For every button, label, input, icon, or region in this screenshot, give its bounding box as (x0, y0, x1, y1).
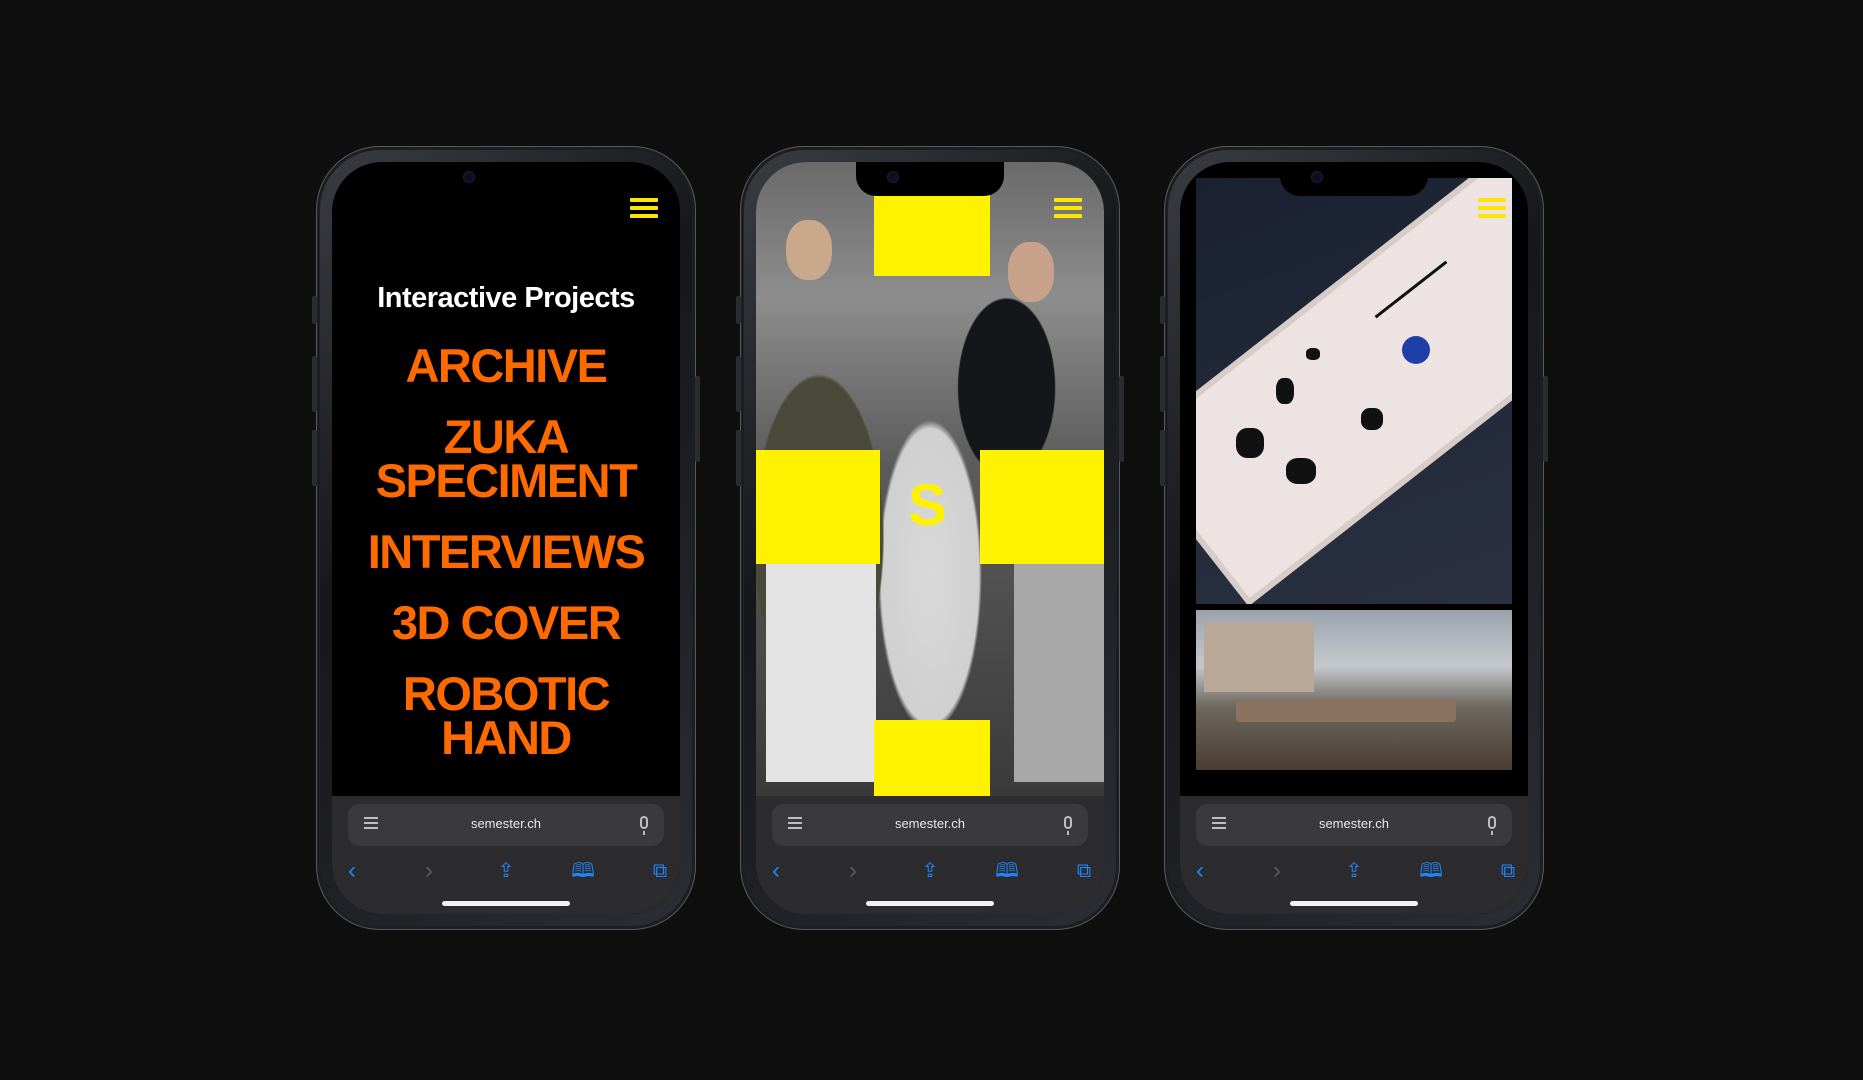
page-title: Interactive Projects (377, 282, 635, 314)
url-text: semester.ch (470, 816, 542, 831)
browser-nav: ‹ › ⇪ 🕮 ⧉ (332, 856, 680, 886)
camera-icon (464, 172, 474, 182)
home-indicator (442, 901, 570, 906)
address-bar[interactable]: semester.ch (1196, 804, 1512, 846)
classroom-photo[interactable] (1196, 610, 1512, 770)
grey-pants (1014, 562, 1104, 782)
safari-toolbar: semester.ch ‹ › ⇪ 🕮 ⧉ (1180, 796, 1528, 914)
microphone-icon[interactable] (640, 816, 648, 835)
dynamic-island (1280, 162, 1428, 196)
ink-mark (1361, 408, 1383, 430)
ink-bottle (1402, 336, 1430, 364)
back-icon[interactable]: ‹ (760, 856, 792, 886)
logo-square-left (756, 450, 880, 564)
camera-icon (888, 172, 898, 182)
model-head (786, 220, 832, 280)
ink-mark (1236, 428, 1264, 458)
phone-screen: semester.ch ‹ › ⇪ 🕮 ⧉ (1180, 162, 1528, 914)
back-icon[interactable]: ‹ (336, 856, 368, 886)
tabs-icon[interactable]: ⧉ (644, 856, 676, 886)
bookmarks-icon[interactable]: 🕮 (1415, 856, 1447, 886)
hamburger-menu-icon[interactable] (1478, 198, 1506, 218)
browser-nav: ‹ › ⇪ 🕮 ⧉ (756, 856, 1104, 886)
microphone-icon[interactable] (1488, 816, 1496, 835)
safari-toolbar: semester.ch ‹ › ⇪ 🕮 ⧉ (332, 796, 680, 914)
forward-icon[interactable]: › (837, 856, 869, 886)
share-icon[interactable]: ⇪ (914, 856, 946, 886)
dynamic-island (856, 162, 1004, 196)
phone-screen: S semester.ch ‹ › ⇪ 🕮 ⧉ (756, 162, 1104, 914)
ink-mark (1286, 458, 1316, 484)
desk (1236, 700, 1456, 722)
url-text: semester.ch (894, 816, 966, 831)
share-icon[interactable]: ⇪ (490, 856, 522, 886)
white-pants (766, 542, 876, 782)
project-link-interviews[interactable]: INTERVIEWS (332, 528, 680, 575)
phone-screen: Interactive Projects ARCHIVE ZUKA SPECIM… (332, 162, 680, 914)
model-head (1008, 242, 1054, 302)
ink-mark (1276, 378, 1294, 404)
tabs-icon[interactable]: ⧉ (1492, 856, 1524, 886)
brand-logo[interactable]: S (908, 472, 947, 539)
project-link-zuka-speciment[interactable]: ZUKA SPECIMENT (332, 413, 680, 504)
browser-nav: ‹ › ⇪ 🕮 ⧉ (1180, 856, 1528, 886)
ink-mark (1306, 348, 1320, 360)
address-bar[interactable]: semester.ch (348, 804, 664, 846)
bookmarks-icon[interactable]: 🕮 (991, 856, 1023, 886)
safari-toolbar: semester.ch ‹ › ⇪ 🕮 ⧉ (756, 796, 1104, 914)
dynamic-island (432, 162, 580, 196)
hamburger-menu-icon[interactable] (1054, 198, 1082, 218)
project-list: ARCHIVE ZUKA SPECIMENT INTERVIEWS 3D COV… (332, 342, 680, 787)
back-icon[interactable]: ‹ (1184, 856, 1216, 886)
calligraphy-photo[interactable] (1196, 178, 1512, 604)
logo-square-bottom (874, 720, 990, 800)
home-indicator (866, 901, 994, 906)
phone-mockup-2: S semester.ch ‹ › ⇪ 🕮 ⧉ (736, 146, 1124, 930)
bookmarks-icon[interactable]: 🕮 (567, 856, 599, 886)
hamburger-menu-icon[interactable] (630, 198, 658, 218)
logo-square-right (980, 450, 1104, 564)
forward-icon[interactable]: › (413, 856, 445, 886)
phone-mockup-1: Interactive Projects ARCHIVE ZUKA SPECIM… (312, 146, 700, 930)
project-link-robotic-hand[interactable]: ROBOTIC HAND (332, 670, 680, 761)
whiteboard (1204, 622, 1314, 692)
address-bar[interactable]: semester.ch (772, 804, 1088, 846)
tabs-icon[interactable]: ⧉ (1068, 856, 1100, 886)
share-icon[interactable]: ⇪ (1338, 856, 1370, 886)
project-link-archive[interactable]: ARCHIVE (332, 342, 680, 389)
url-text: semester.ch (1318, 816, 1390, 831)
microphone-icon[interactable] (1064, 816, 1072, 835)
camera-icon (1312, 172, 1322, 182)
forward-icon[interactable]: › (1261, 856, 1293, 886)
project-link-3d-cover[interactable]: 3D COVER (332, 599, 680, 646)
home-indicator (1290, 901, 1418, 906)
phone-mockup-3: semester.ch ‹ › ⇪ 🕮 ⧉ (1160, 146, 1548, 930)
paper-sheet (1196, 178, 1512, 598)
